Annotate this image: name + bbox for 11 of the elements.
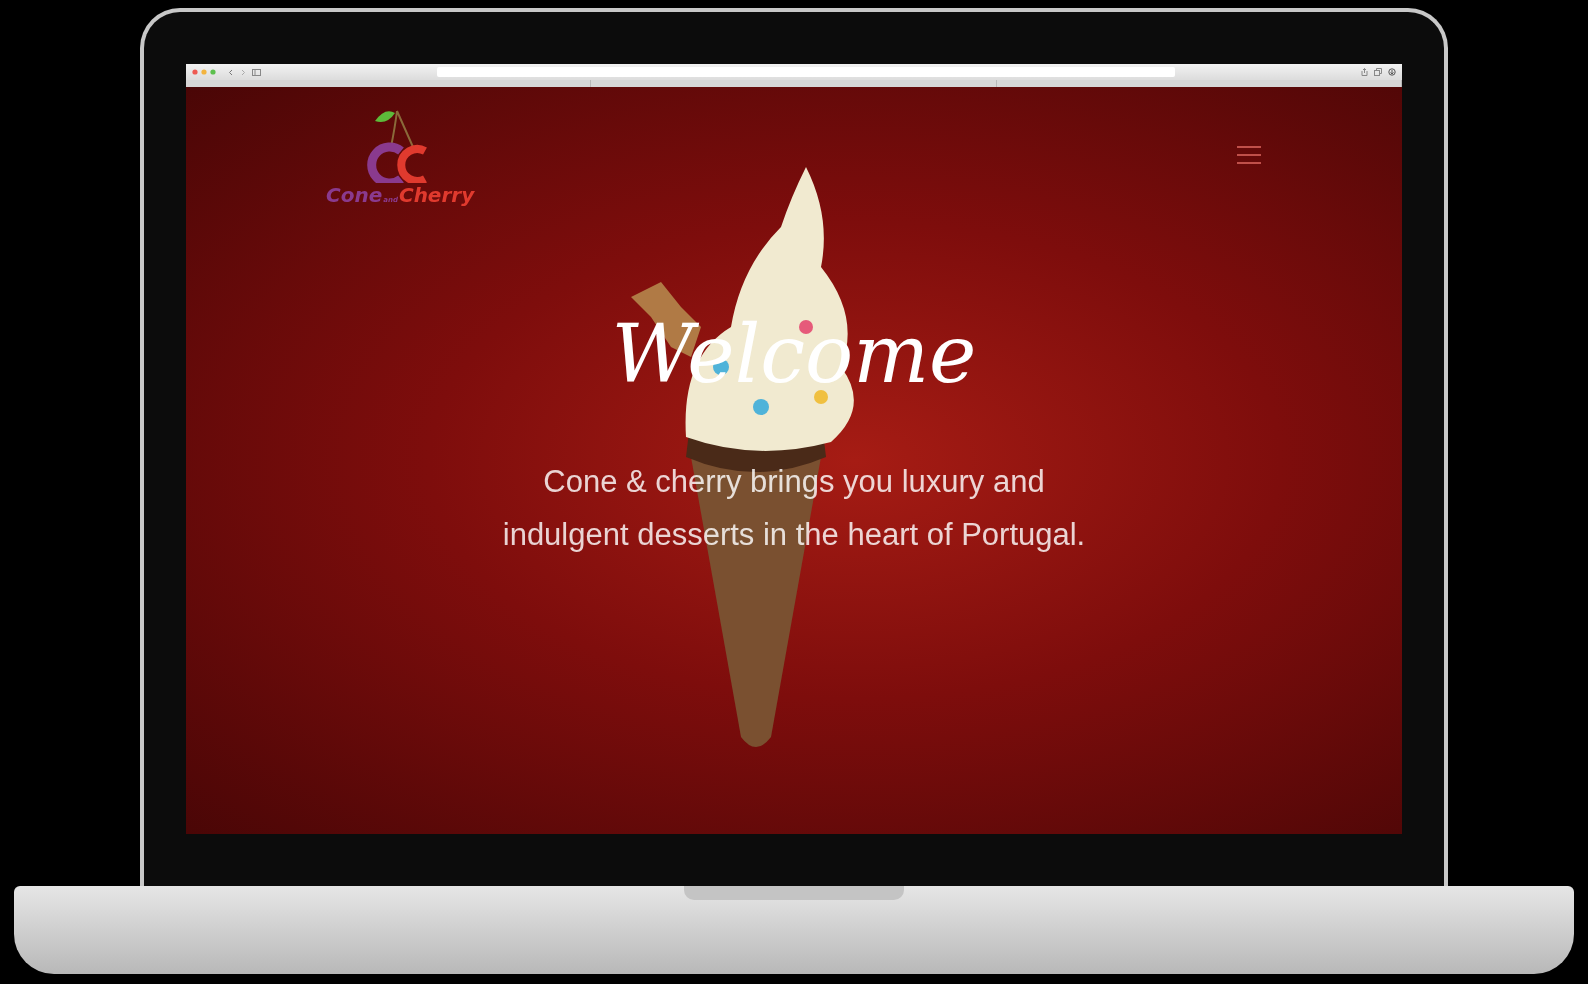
logo-word: Cherry [398,183,475,207]
share-icon[interactable] [1361,68,1368,76]
forward-icon[interactable] [240,68,246,76]
sidebar-icon[interactable] [252,68,261,76]
menu-icon[interactable] [1236,145,1262,165]
logo-word: Cone [326,183,383,207]
back-icon[interactable] [228,68,234,76]
window-controls-icon[interactable] [192,69,218,75]
download-icon[interactable] [1388,68,1396,76]
hero-text: Cone & cherry brings you luxury and indulgent desserts in the heart of Portugal. [502,463,1086,554]
tabs-icon[interactable] [1374,68,1382,76]
